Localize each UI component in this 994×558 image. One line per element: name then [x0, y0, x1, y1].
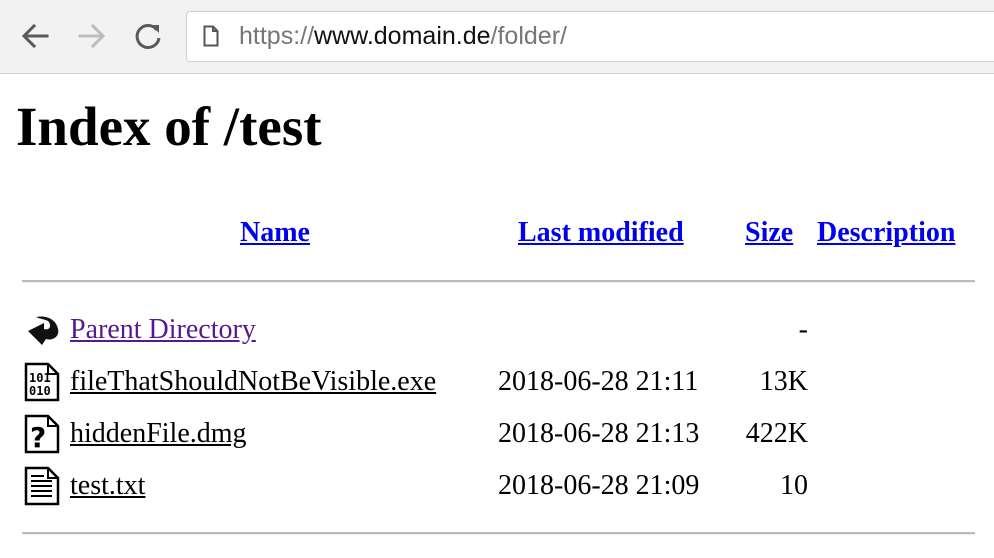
unknown-file-icon: ?	[24, 414, 60, 454]
file-size: 10	[780, 470, 808, 501]
forward-button[interactable]	[75, 19, 109, 53]
url-host: www.domain.de	[314, 22, 491, 50]
file-modified: 2018-06-28 21:13	[498, 418, 700, 449]
header-divider	[22, 280, 975, 283]
file-modified: 2018-06-28 21:11	[498, 366, 699, 397]
text-file-icon	[24, 466, 60, 506]
svg-text:010: 010	[29, 384, 51, 398]
back-button[interactable]	[18, 19, 52, 53]
svg-text:?: ?	[30, 421, 46, 454]
column-header-last-modified[interactable]: Last modified	[518, 216, 684, 250]
file-size: 422K	[745, 418, 808, 449]
url-path: /folder/	[490, 22, 567, 50]
column-header-description[interactable]: Description	[817, 216, 955, 250]
url-scheme: https://	[239, 22, 315, 50]
reload-icon	[135, 23, 161, 49]
file-link[interactable]: hiddenFile.dmg	[70, 417, 247, 451]
column-header-size[interactable]: Size	[745, 216, 793, 250]
arrow-left-icon	[21, 23, 49, 49]
footer-divider	[22, 532, 975, 535]
file-size: -	[798, 314, 808, 345]
page-icon	[203, 25, 219, 47]
binary-file-icon: 101 010	[24, 362, 60, 402]
file-modified: 2018-06-28 21:09	[498, 470, 700, 501]
svg-text:101: 101	[29, 371, 51, 385]
url-text: https://www.domain.de/folder/	[239, 21, 567, 51]
file-link[interactable]: test.txt	[70, 469, 145, 503]
column-header-name[interactable]: Name	[240, 216, 310, 250]
arrow-right-icon	[78, 23, 106, 49]
file-size: 13K	[759, 366, 808, 397]
address-bar[interactable]: https://www.domain.de/folder/	[186, 11, 994, 62]
page-title: Index of /test	[16, 96, 322, 157]
browser-toolbar: https://www.domain.de/folder/	[0, 0, 994, 74]
file-link[interactable]: Parent Directory	[70, 313, 256, 347]
back-arrow-icon	[28, 316, 59, 345]
reload-button[interactable]	[131, 19, 165, 53]
file-link[interactable]: fileThatShouldNotBeVisible.exe	[70, 365, 436, 399]
